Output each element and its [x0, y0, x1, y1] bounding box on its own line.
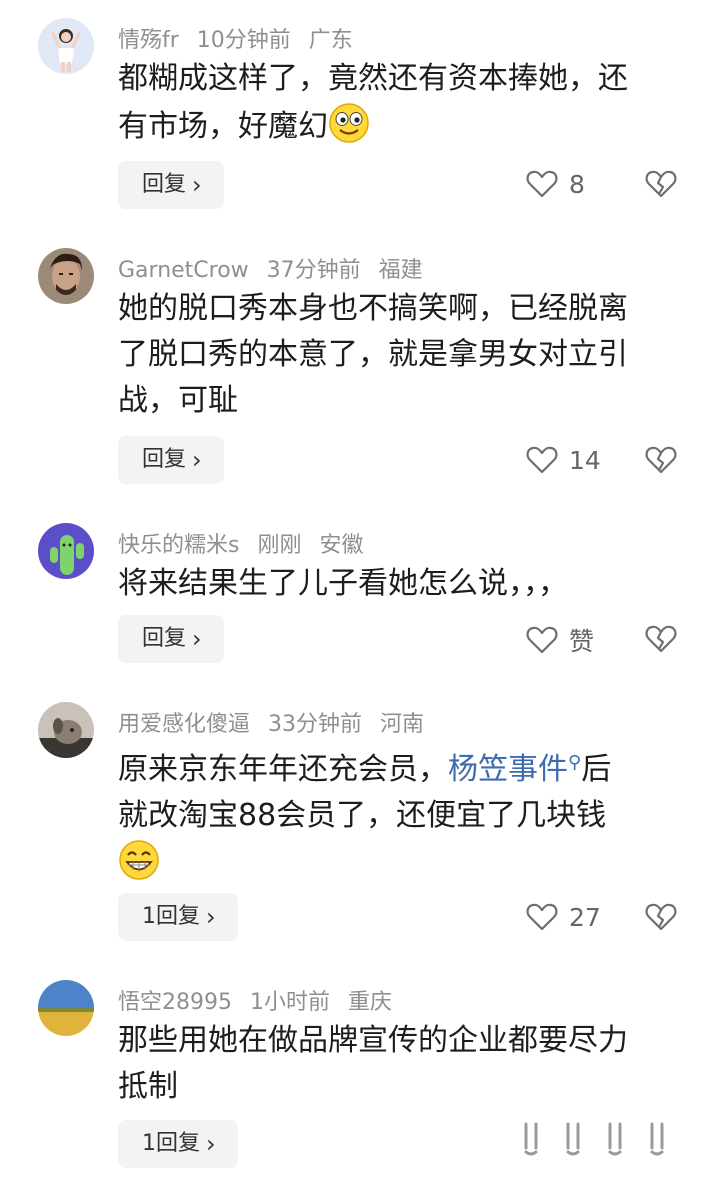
username[interactable]: GarnetCrow	[118, 258, 249, 283]
like-count: 14	[569, 445, 601, 475]
timestamp: 1小时前	[250, 990, 330, 1015]
like-button[interactable]: 赞	[525, 622, 594, 658]
grinning-face-emoji-icon	[329, 103, 369, 143]
chevron-right-icon: ›	[192, 625, 202, 653]
cactus-avatar-icon	[38, 523, 94, 579]
username[interactable]: 情殇fr	[118, 28, 179, 53]
girl-avatar-icon	[38, 18, 94, 74]
comment-text: 那些用她在做品牌宣传的企业都要尽力 抵制	[118, 1023, 628, 1104]
heart-icon	[526, 170, 558, 198]
location: 安徽	[319, 533, 364, 558]
topic-link[interactable]: 杨笠事件⚲	[448, 752, 581, 787]
timestamp: 33分钟前	[268, 712, 363, 737]
reply-button[interactable]: 1回复 ›	[118, 893, 238, 941]
location: 广东	[308, 28, 353, 53]
dislike-button[interactable]	[644, 900, 678, 934]
avatar[interactable]	[38, 702, 94, 758]
comment-meta: 用爱感化傻逼 33分钟前 河南	[118, 710, 442, 740]
watermark-logo-icon	[524, 1122, 664, 1156]
chevron-right-icon: ›	[206, 1130, 216, 1158]
broken-heart-icon	[645, 446, 677, 474]
like-button[interactable]: 27	[525, 900, 601, 934]
search-icon: ⚲	[568, 752, 582, 773]
location: 河南	[380, 712, 425, 737]
dislike-button[interactable]	[644, 622, 678, 656]
heart-icon	[526, 446, 558, 474]
heart-icon	[526, 626, 558, 654]
chevron-right-icon: ›	[192, 446, 202, 474]
field-landscape-avatar-icon	[38, 980, 94, 1036]
like-count: 赞	[569, 627, 595, 656]
reply-button[interactable]: 1回复 ›	[118, 1120, 238, 1168]
broken-heart-icon	[645, 903, 677, 931]
reply-button[interactable]: 回复 ›	[118, 615, 224, 663]
like-button[interactable]: 14	[525, 443, 601, 477]
comment-text: 她的脱口秀本身也不搞笑啊，已经脱离 了脱口秀的本意了，就是拿男女对立引 战，可耻	[118, 291, 628, 418]
comment-meta: 悟空28995 1小时前 重庆	[118, 988, 410, 1018]
timestamp: 37分钟前	[266, 258, 361, 283]
username[interactable]: 悟空28995	[118, 990, 232, 1015]
comment-text: 原来京东年年还充会员，杨笠事件⚲后 就改淘宝88会员了，还便宜了几块钱	[118, 740, 688, 889]
avatar[interactable]	[38, 523, 94, 579]
chevron-right-icon: ›	[206, 903, 216, 931]
dog-avatar-icon	[38, 702, 94, 758]
bottom-watermark-icons	[518, 1118, 668, 1158]
timestamp: 刚刚	[257, 533, 302, 558]
comment-meta: 情殇fr 10分钟前 广东	[118, 26, 371, 56]
comment-text: 都糊成这样了，竟然还有资本捧她，还 有市场，好魔幻	[118, 61, 628, 144]
like-button[interactable]: 8	[525, 167, 585, 201]
avatar[interactable]	[38, 980, 94, 1036]
comment-meta: 快乐的糯米s 刚刚 安徽	[118, 531, 382, 561]
username[interactable]: 快乐的糯米s	[118, 533, 239, 558]
man-portrait-avatar-icon	[38, 248, 94, 304]
chevron-right-icon: ›	[192, 171, 202, 199]
broken-heart-icon	[645, 170, 677, 198]
like-count: 8	[569, 169, 585, 199]
comment-text: 将来结果生了儿子看她怎么说，，，	[118, 566, 568, 601]
like-count: 27	[569, 902, 601, 932]
dislike-button[interactable]	[644, 443, 678, 477]
location: 重庆	[348, 990, 393, 1015]
dislike-button[interactable]	[644, 167, 678, 201]
timestamp: 10分钟前	[196, 28, 291, 53]
broken-heart-icon	[645, 625, 677, 653]
avatar[interactable]	[38, 18, 94, 74]
big-grin-emoji-icon	[119, 840, 159, 880]
location: 福建	[378, 258, 423, 283]
reply-button[interactable]: 回复 ›	[118, 161, 224, 209]
reply-button[interactable]: 回复 ›	[118, 436, 224, 484]
heart-icon	[526, 903, 558, 931]
avatar[interactable]	[38, 248, 94, 304]
username[interactable]: 用爱感化傻逼	[118, 712, 250, 737]
comment-meta: GarnetCrow 37分钟前 福建	[118, 256, 441, 286]
